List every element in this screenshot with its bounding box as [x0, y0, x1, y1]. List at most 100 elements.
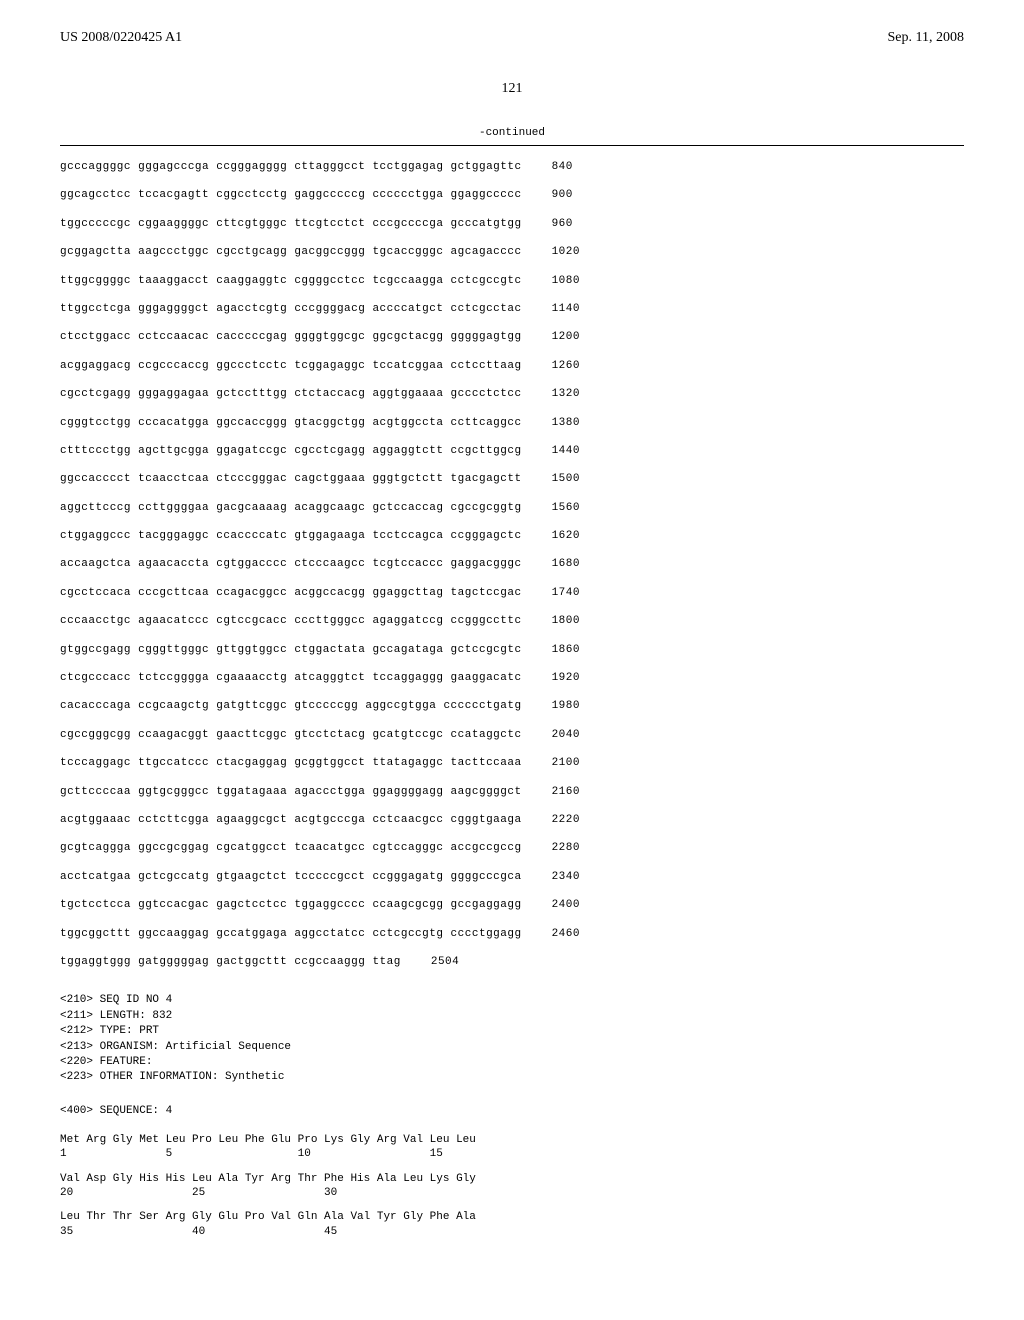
sequence-position: 1320	[552, 381, 580, 407]
sequence-position: 1560	[552, 495, 580, 521]
sequence-metadata: <210> SEQ ID NO 4<211> LENGTH: 832<212> …	[60, 993, 964, 1085]
sequence-position: 840	[552, 154, 573, 180]
sequence-groups: tggcccccgc cggaaggggc cttcgtgggc ttcgtcc…	[60, 211, 522, 237]
sequence-groups: ctcctggacc cctccaacac cacccccgag ggggtgg…	[60, 324, 522, 350]
sequence-row: acctcatgaa gctcgccatg gtgaagctct tcccccg…	[60, 864, 964, 890]
sequence-row: tcccaggagc ttgccatccc ctacgaggag gcggtgg…	[60, 750, 964, 776]
sequence-groups: ctttccctgg agcttgcgga ggagatccgc cgcctcg…	[60, 438, 522, 464]
sequence-position: 2460	[552, 921, 580, 947]
sequence-groups: cgcctccaca cccgcttcaa ccagacggcc acggcca…	[60, 580, 522, 606]
sequence-row: gcgtcaggga ggccgcggag cgcatggcct tcaacat…	[60, 835, 964, 861]
sequence-groups: gtggccgagg cgggttgggc gttggtggcc ctggact…	[60, 637, 522, 663]
sequence-groups: tgctcctcca ggtccacgac gagctcctcc tggaggc…	[60, 892, 522, 918]
sequence-position: 1140	[552, 296, 580, 322]
metadata-line: <220> FEATURE:	[60, 1055, 964, 1070]
sequence-position: 1740	[552, 580, 580, 606]
sequence-position: 2160	[552, 779, 580, 805]
sequence-groups: gcgtcaggga ggccgcggag cgcatggcct tcaacat…	[60, 835, 522, 861]
sequence-row: ggcagcctcc tccacgagtt cggcctcctg gaggccc…	[60, 182, 964, 208]
sequence-row: accaagctca agaacaccta cgtggacccc ctcccaa…	[60, 551, 964, 577]
sequence-position: 1920	[552, 665, 580, 691]
sequence-groups: tcccaggagc ttgccatccc ctacgaggag gcggtgg…	[60, 750, 522, 776]
sequence-position: 1380	[552, 410, 580, 436]
sequence-position: 1860	[552, 637, 580, 663]
sequence-row: cacacccaga ccgcaagctg gatgttcggc gtccccc…	[60, 693, 964, 719]
sequence-position: 2040	[552, 722, 580, 748]
metadata-line: <213> ORGANISM: Artificial Sequence	[60, 1040, 964, 1055]
sequence-row: ctggaggccc tacgggaggc ccaccccatc gtggaga…	[60, 523, 964, 549]
sequence-row: gcggagctta aagccctggc cgcctgcagg gacggcc…	[60, 239, 964, 265]
publication-date: Sep. 11, 2008	[888, 30, 964, 46]
sequence-row: tggcggcttt ggccaaggag gccatggaga aggccta…	[60, 921, 964, 947]
sequence-row: tggcccccgc cggaaggggc cttcgtgggc ttcgtcc…	[60, 211, 964, 237]
sequence-row: tggaggtggg gatgggggag gactggcttt ccgccaa…	[60, 949, 964, 975]
sequence-position: 1080	[552, 268, 580, 294]
dna-sequence-block: gcccaggggc gggagcccga ccgggagggg cttaggg…	[60, 154, 964, 975]
sequence-position: 1620	[552, 523, 580, 549]
sequence-groups: cccaacctgc agaacatccc cgtccgcacc cccttgg…	[60, 608, 522, 634]
sequence-row: ctttccctgg agcttgcgga ggagatccgc cgcctcg…	[60, 438, 964, 464]
sequence-groups: ggcagcctcc tccacgagtt cggcctcctg gaggccc…	[60, 182, 522, 208]
sequence-row: cgccgggcgg ccaagacggt gaacttcggc gtcctct…	[60, 722, 964, 748]
sequence-position: 1500	[552, 466, 580, 492]
sequence-row: cgcctccaca cccgcttcaa ccagacggcc acggcca…	[60, 580, 964, 606]
protein-aa-row: Leu Thr Thr Ser Arg Gly Glu Pro Val Gln …	[60, 1210, 964, 1224]
sequence-groups: ttggcctcga gggaggggct agacctcgtg cccgggg…	[60, 296, 522, 322]
sequence-row: ttggcctcga gggaggggct agacctcgtg cccgggg…	[60, 296, 964, 322]
sequence-position: 900	[552, 182, 573, 208]
sequence-groups: acgtggaaac cctcttcgga agaaggcgct acgtgcc…	[60, 807, 522, 833]
sequence-position: 2504	[431, 949, 459, 975]
sequence-position: 2220	[552, 807, 580, 833]
sequence-position: 2340	[552, 864, 580, 890]
sequence-row: ctcctggacc cctccaacac cacccccgag ggggtgg…	[60, 324, 964, 350]
metadata-line: <223> OTHER INFORMATION: Synthetic	[60, 1070, 964, 1085]
sequence-row: ctcgcccacc tctccgggga cgaaaacctg atcaggg…	[60, 665, 964, 691]
sequence-groups: cgcctcgagg gggaggagaa gctcctttgg ctctacc…	[60, 381, 522, 407]
protein-position-row: 1 5 10 15	[60, 1147, 964, 1161]
page-header: US 2008/0220425 A1 Sep. 11, 2008	[60, 30, 964, 46]
sequence-position: 1680	[552, 551, 580, 577]
sequence-groups: acggaggacg ccgcccaccg ggccctcctc tcggaga…	[60, 353, 522, 379]
sequence-position: 1020	[552, 239, 580, 265]
sequence-groups: ggccacccct tcaacctcaa ctcccgggac cagctgg…	[60, 466, 522, 492]
sequence-row: tgctcctcca ggtccacgac gagctcctcc tggaggc…	[60, 892, 964, 918]
sequence-row: gcttccccaa ggtgcgggcc tggatagaaa agaccct…	[60, 779, 964, 805]
sequence-row: acggaggacg ccgcccaccg ggccctcctc tcggaga…	[60, 353, 964, 379]
sequence-position: 2400	[552, 892, 580, 918]
protein-aa-row: Met Arg Gly Met Leu Pro Leu Phe Glu Pro …	[60, 1133, 964, 1147]
sequence-groups: aggcttcccg ccttggggaa gacgcaaaag acaggca…	[60, 495, 522, 521]
sequence-position: 1200	[552, 324, 580, 350]
sequence-position: 1800	[552, 608, 580, 634]
protein-position-row: 35 40 45	[60, 1225, 964, 1239]
sequence-groups: ttggcggggc taaaggacct caaggaggtc cggggcc…	[60, 268, 522, 294]
sequence-row: gtggccgagg cgggttgggc gttggtggcc ctggact…	[60, 637, 964, 663]
sequence-row: cgggtcctgg cccacatgga ggccaccggg gtacggc…	[60, 410, 964, 436]
sequence-groups: gcttccccaa ggtgcgggcc tggatagaaa agaccct…	[60, 779, 522, 805]
page-number: 121	[60, 81, 964, 97]
publication-number: US 2008/0220425 A1	[60, 30, 182, 46]
sequence-groups: ctggaggccc tacgggaggc ccaccccatc gtggaga…	[60, 523, 522, 549]
sequence-groups: accaagctca agaacaccta cgtggacccc ctcccaa…	[60, 551, 522, 577]
sequence-row: ttggcggggc taaaggacct caaggaggtc cggggcc…	[60, 268, 964, 294]
sequence-row: aggcttcccg ccttggggaa gacgcaaaag acaggca…	[60, 495, 964, 521]
sequence-row: gcccaggggc gggagcccga ccgggagggg cttaggg…	[60, 154, 964, 180]
sequence-row: acgtggaaac cctcttcgga agaaggcgct acgtgcc…	[60, 807, 964, 833]
sequence-groups: tggaggtggg gatgggggag gactggcttt ccgccaa…	[60, 949, 401, 975]
divider-line	[60, 145, 964, 146]
sequence-groups: cgggtcctgg cccacatgga ggccaccggg gtacggc…	[60, 410, 522, 436]
metadata-line: <212> TYPE: PRT	[60, 1024, 964, 1039]
sequence-position: 2100	[552, 750, 580, 776]
sequence-groups: gcggagctta aagccctggc cgcctgcagg gacggcc…	[60, 239, 522, 265]
sequence-position: 1980	[552, 693, 580, 719]
continued-label: -continued	[60, 127, 964, 139]
metadata-line: <211> LENGTH: 832	[60, 1009, 964, 1024]
sequence-groups: ctcgcccacc tctccgggga cgaaaacctg atcaggg…	[60, 665, 522, 691]
sequence-400-label: <400> SEQUENCE: 4	[60, 1104, 964, 1119]
sequence-groups: cacacccaga ccgcaagctg gatgttcggc gtccccc…	[60, 693, 522, 719]
sequence-position: 1440	[552, 438, 580, 464]
sequence-groups: cgccgggcgg ccaagacggt gaacttcggc gtcctct…	[60, 722, 522, 748]
protein-position-row: 20 25 30	[60, 1186, 964, 1200]
sequence-row: cgcctcgagg gggaggagaa gctcctttgg ctctacc…	[60, 381, 964, 407]
sequence-position: 1260	[552, 353, 580, 379]
sequence-groups: gcccaggggc gggagcccga ccgggagggg cttaggg…	[60, 154, 522, 180]
